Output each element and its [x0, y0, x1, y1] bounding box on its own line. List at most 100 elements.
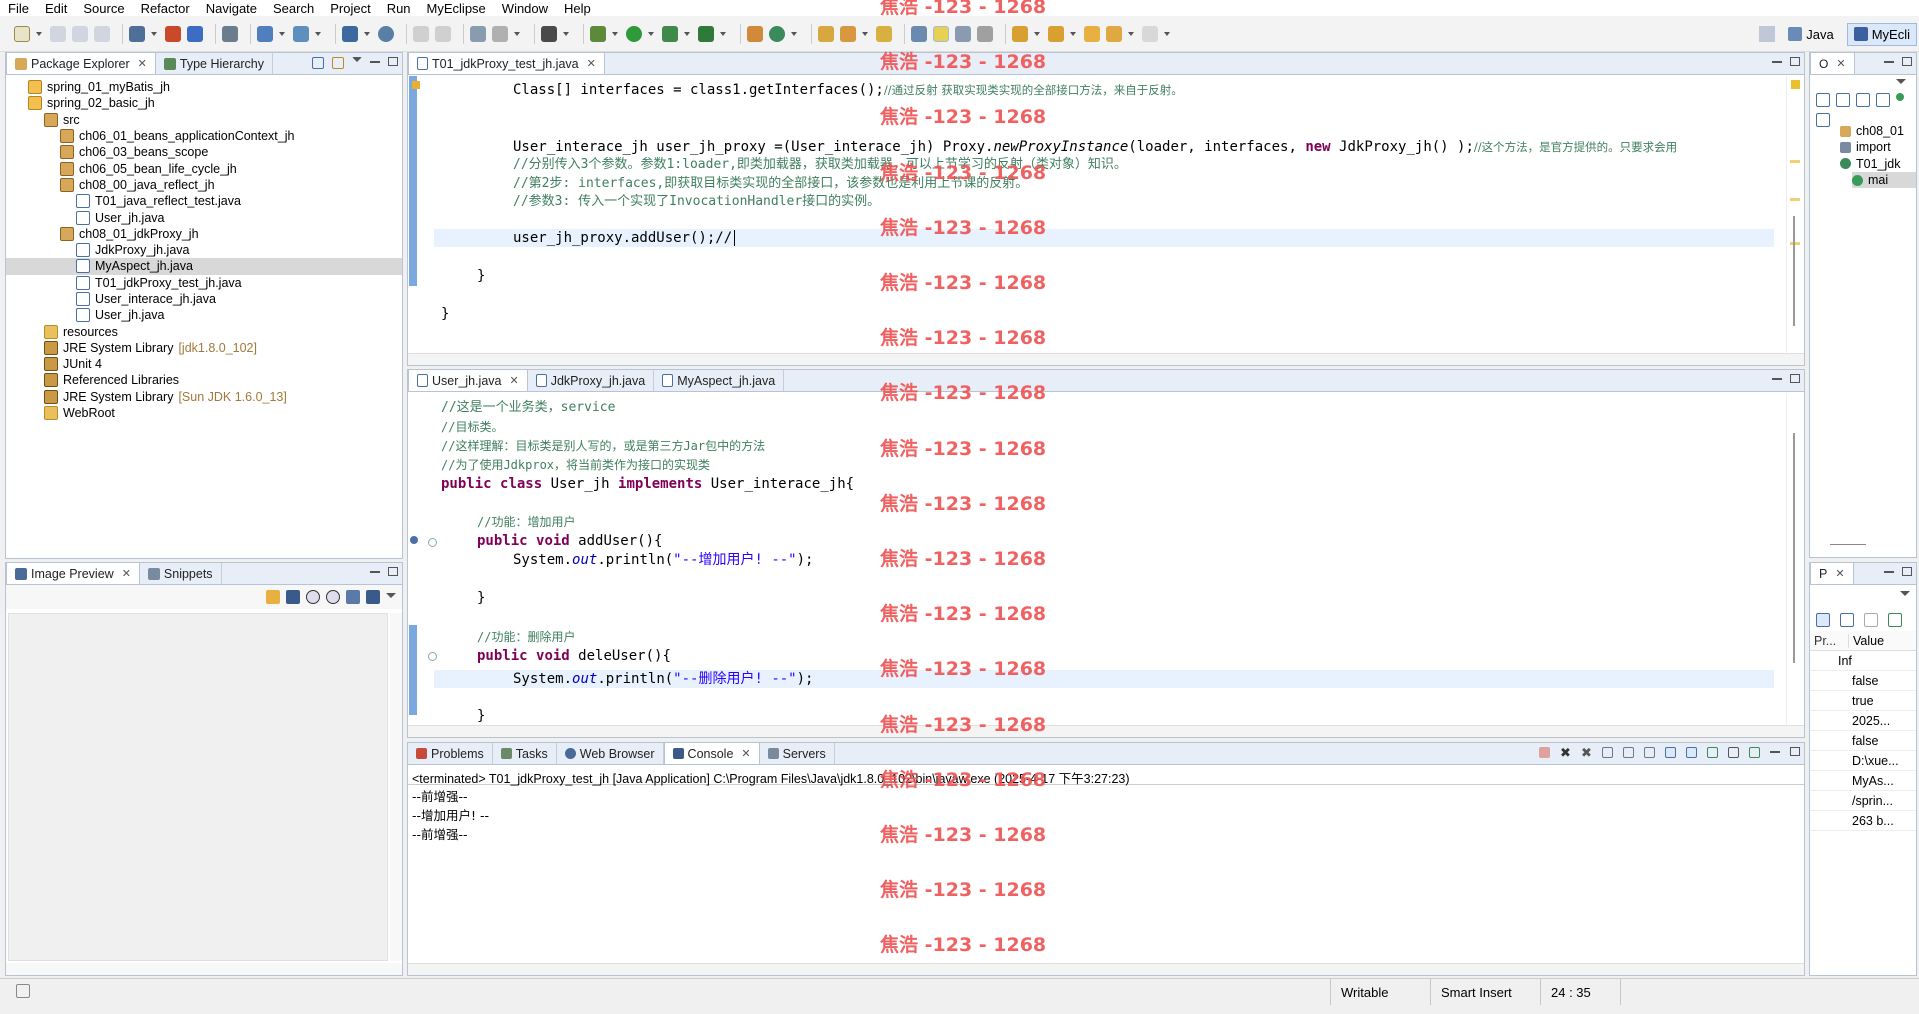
property-row[interactable]: false: [1810, 671, 1916, 691]
next-annotation-icon[interactable]: [1012, 25, 1028, 42]
property-row[interactable]: true: [1810, 691, 1916, 711]
tree-item[interactable]: T01_java_reflect_test.java: [6, 193, 402, 209]
tree-item[interactable]: ch06_01_beans_applicationContext_jh: [6, 128, 402, 144]
tag-icon[interactable]: [876, 25, 892, 42]
search-icon[interactable]: [293, 25, 309, 42]
tab-t01-jdkproxy-test[interactable]: T01_jdkProxy_test_jh.java ✕: [408, 52, 605, 74]
tree-item[interactable]: JdkProxy_jh.java: [6, 242, 402, 258]
tree-item[interactable]: resources: [6, 323, 402, 339]
tree-item[interactable]: Referenced Libraries: [6, 372, 402, 388]
outline-item[interactable]: import: [1840, 139, 1916, 155]
profile-icon[interactable]: [492, 25, 508, 42]
zoom-in-icon[interactable]: [326, 590, 340, 604]
new-web-dropdown-icon[interactable]: [279, 31, 285, 36]
toggle-mark-icon[interactable]: [911, 25, 927, 42]
open-perspective-icon[interactable]: [1759, 26, 1776, 42]
fast-view-icon[interactable]: [16, 984, 30, 998]
property-row[interactable]: 263 b...: [1810, 811, 1916, 831]
close-icon[interactable]: ✕: [741, 747, 750, 760]
restore-default-icon[interactable]: [1888, 613, 1902, 627]
prev-annotation-icon[interactable]: [1048, 25, 1064, 42]
tree-item[interactable]: ch08_00_java_reflect_jh: [6, 177, 402, 193]
close-icon[interactable]: ✕: [1836, 57, 1845, 70]
close-icon[interactable]: ✕: [138, 57, 147, 70]
tree-item[interactable]: spring_02_basic_jh: [6, 95, 402, 111]
show-stdout-icon[interactable]: [1665, 747, 1676, 758]
nav-back-dropdown-icon[interactable]: [1128, 31, 1134, 36]
coverage-dropdown-icon[interactable]: [684, 31, 690, 36]
image-preview-vscroll[interactable]: [390, 613, 402, 961]
sync-icon[interactable]: [266, 590, 280, 604]
minimize-icon[interactable]: [1884, 571, 1894, 573]
print-icon[interactable]: [94, 25, 110, 42]
minimize-icon[interactable]: [370, 571, 380, 573]
properties-group-row[interactable]: Inf: [1810, 651, 1916, 671]
whitespace-icon[interactable]: [977, 25, 993, 42]
properties-header-property[interactable]: Pr...: [1810, 634, 1848, 648]
tab-snippets[interactable]: Snippets: [140, 563, 222, 584]
close-icon[interactable]: ✕: [587, 57, 596, 70]
tab-package-explorer[interactable]: Package Explorer ✕: [6, 52, 156, 74]
hide-static-icon[interactable]: [1876, 93, 1890, 107]
highlight-icon[interactable]: [933, 25, 949, 42]
debug-icon[interactable]: [590, 25, 606, 42]
menu-help[interactable]: Help: [564, 1, 591, 16]
new-web-icon[interactable]: [257, 25, 273, 42]
tab-outline[interactable]: O ✕: [1810, 52, 1855, 74]
tree-item[interactable]: User_interace_jh.java: [6, 291, 402, 307]
image-icon[interactable]: [470, 25, 486, 42]
outline-item[interactable]: mai: [1852, 171, 1916, 189]
next-annotation-dropdown-icon[interactable]: [1034, 31, 1040, 36]
console-dropdown-icon[interactable]: [563, 31, 569, 36]
terminate-icon[interactable]: [1539, 747, 1550, 758]
tree-item[interactable]: spring_01_myBatis_jh: [6, 79, 402, 95]
show-advanced-icon[interactable]: [1840, 613, 1854, 627]
minimize-icon[interactable]: [1772, 378, 1782, 380]
actual-size-icon[interactable]: [346, 590, 360, 604]
tree-item[interactable]: ch08_01_jdkProxy_jh: [6, 226, 402, 242]
edit-dropdown-icon[interactable]: [862, 31, 868, 36]
menu-search[interactable]: Search: [273, 1, 314, 16]
hide-fields-icon[interactable]: [1856, 93, 1870, 107]
new-package-icon[interactable]: [769, 25, 785, 42]
perspective-java[interactable]: Java: [1781, 23, 1840, 46]
maximize-icon[interactable]: [1902, 57, 1912, 66]
remove-launch-icon[interactable]: ✖: [1560, 746, 1571, 759]
fit-window-icon[interactable]: [366, 590, 380, 604]
editor-top-hscroll[interactable]: [408, 353, 1804, 365]
clear-console-icon[interactable]: [1602, 747, 1613, 758]
property-row[interactable]: /sprin...: [1810, 791, 1916, 811]
coverage-icon[interactable]: [662, 25, 678, 42]
new-class-icon[interactable]: [747, 25, 763, 42]
run-dropdown-icon[interactable]: [648, 31, 654, 36]
edit-pencil-icon[interactable]: [840, 25, 856, 42]
tab-user-jh[interactable]: User_jh.java ✕: [408, 369, 528, 391]
last-edit-icon[interactable]: [1084, 25, 1100, 42]
forward-icon[interactable]: [435, 25, 451, 42]
console-output[interactable]: --前增强-- --增加用户! -- --前增强--: [408, 785, 1804, 844]
remove-all-icon[interactable]: ✖: [1581, 746, 1592, 759]
tab-type-hierarchy[interactable]: Type Hierarchy: [156, 53, 273, 74]
search-dropdown-icon[interactable]: [315, 31, 321, 36]
editor-top-code[interactable]: Class[] interfaces = class1.getInterface…: [408, 76, 1804, 353]
minimize-icon[interactable]: [1884, 61, 1894, 63]
show-categories-icon[interactable]: [1816, 613, 1830, 627]
open-folder-icon[interactable]: [818, 25, 834, 42]
menu-file[interactable]: File: [8, 1, 29, 16]
word-wrap-icon[interactable]: [1644, 747, 1655, 758]
open-type-icon[interactable]: [342, 25, 358, 42]
view-menu-icon[interactable]: [352, 57, 362, 65]
run-icon[interactable]: [626, 25, 642, 42]
perspective-myeclipse[interactable]: MyEcli: [1846, 22, 1917, 46]
sort-icon[interactable]: [1836, 93, 1850, 107]
tree-item[interactable]: ch06_03_beans_scope: [6, 144, 402, 160]
link-editor-icon[interactable]: [332, 57, 344, 69]
tab-tasks[interactable]: Tasks: [493, 743, 557, 764]
back-icon[interactable]: [413, 25, 429, 42]
console-vscroll[interactable]: [1792, 787, 1804, 963]
open-type-dropdown-icon[interactable]: [364, 31, 370, 36]
show-stderr-icon[interactable]: [1686, 747, 1697, 758]
tab-properties[interactable]: P ✕: [1810, 562, 1854, 584]
tree-item[interactable]: JRE System Library [Sun JDK 1.6.0_13]: [6, 389, 402, 405]
property-row[interactable]: 2025...: [1810, 711, 1916, 731]
